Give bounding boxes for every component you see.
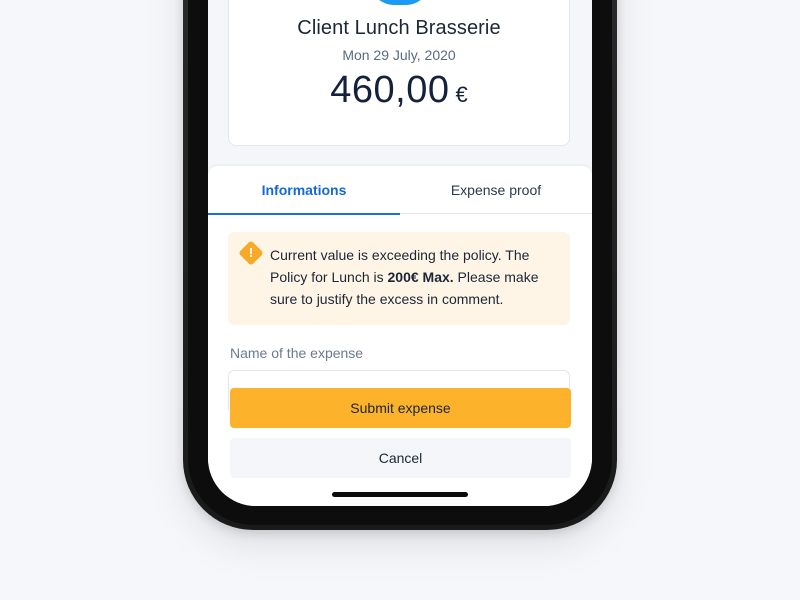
tab-expense-proof[interactable]: Expense proof — [400, 166, 592, 214]
expense-summary-card: Client Lunch Brasserie Mon 29 July, 2020… — [228, 0, 570, 146]
expense-amount: 460,00 € — [229, 69, 569, 112]
tab-informations[interactable]: Informations — [208, 166, 400, 215]
expense-details-sheet: Informations Expense proof ! Current val… — [208, 166, 592, 506]
phone-screen: Client Lunch Brasserie Mon 29 July, 2020… — [208, 0, 592, 506]
cancel-button[interactable]: Cancel — [230, 438, 571, 478]
exclamation-icon: ! — [248, 245, 254, 260]
policy-limit: 200€ Max. — [387, 269, 454, 285]
expense-title: Client Lunch Brasserie — [297, 17, 501, 39]
home-indicator[interactable] — [332, 492, 468, 497]
expense-date: Mon 29 July, 2020 — [342, 47, 456, 63]
policy-warning-text: Current value is exceeding the policy. T… — [270, 244, 560, 310]
expense-name-label: Name of the expense — [230, 345, 364, 361]
tab-bar: Informations Expense proof — [208, 166, 592, 215]
submit-expense-button[interactable]: Submit expense — [230, 388, 571, 428]
amount-value: 460,00 — [330, 69, 450, 111]
fork-knife-icon — [370, 0, 430, 5]
policy-warning-alert: ! Current value is exceeding the policy.… — [228, 232, 570, 325]
currency-symbol: € — [455, 82, 468, 107]
